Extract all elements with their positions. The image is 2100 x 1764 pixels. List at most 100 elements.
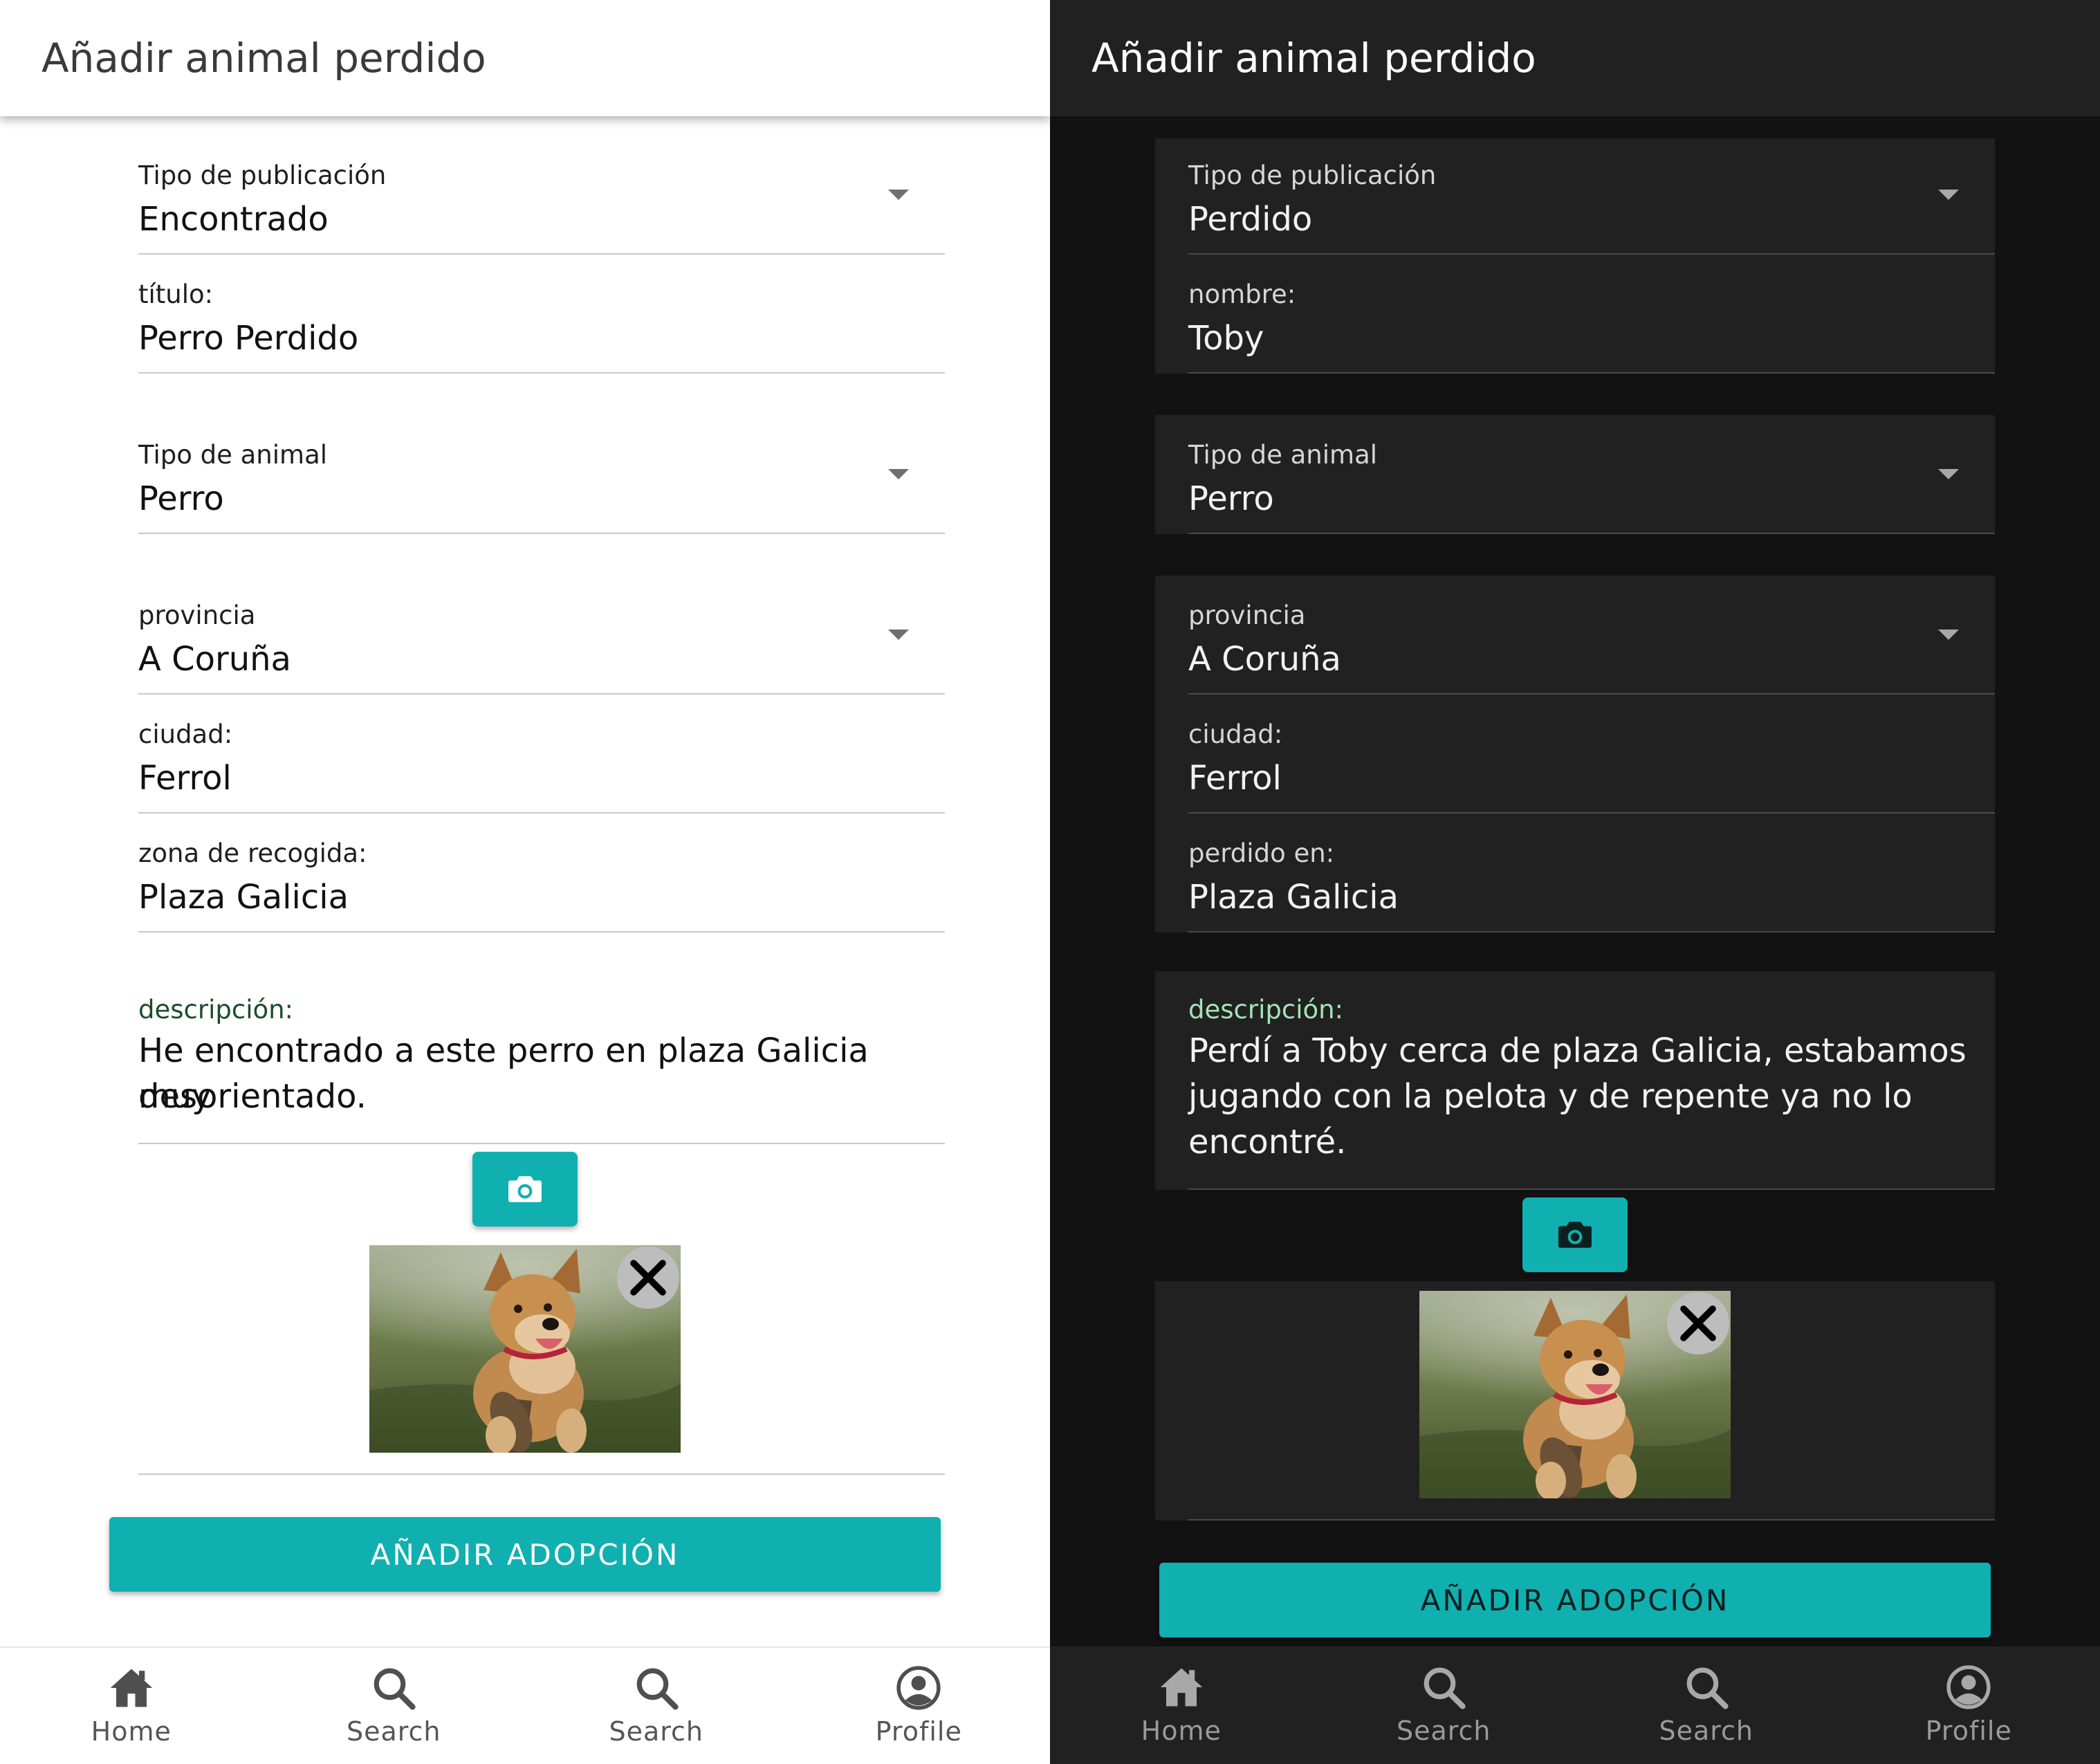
close-icon: [623, 1253, 673, 1303]
nav-profile[interactable]: Profile: [788, 1648, 1051, 1764]
nav-label: Search: [609, 1716, 704, 1747]
province-select[interactable]: provincia A Coruña: [138, 587, 945, 695]
publication-type-label: Tipo de publicación: [1188, 160, 1437, 190]
animal-type-label: Tipo de animal: [138, 440, 328, 470]
province-value: A Coruña: [1188, 640, 1341, 679]
province-label: provincia: [1188, 600, 1306, 630]
nav-label: Search: [1396, 1716, 1491, 1746]
search-icon: [1684, 1664, 1729, 1710]
camera-button[interactable]: [1522, 1197, 1628, 1272]
chevron-down-icon: [888, 190, 909, 200]
bottom-navigation: Home Search Search Profile: [1050, 1646, 2100, 1764]
nav-label: Search: [1659, 1716, 1754, 1746]
field-underline: [138, 812, 945, 814]
remove-photo-button[interactable]: [1667, 1292, 1729, 1354]
province-value: A Coruña: [138, 640, 291, 679]
province-label: provincia: [138, 600, 256, 630]
publication-type-value: Perdido: [1188, 200, 1313, 239]
title-input[interactable]: título: Perro Perdido: [138, 266, 945, 374]
description-line: encontré.: [1188, 1123, 1347, 1161]
camera-button[interactable]: [472, 1152, 578, 1226]
profile-icon: [896, 1665, 941, 1711]
description-textarea[interactable]: descripción: He encontrado a este perro …: [138, 985, 945, 1144]
field-underline: [138, 533, 945, 534]
camera-icon: [1558, 1220, 1592, 1249]
description-label: descripción:: [1188, 995, 1344, 1025]
app-bar: Añadir animal perdido: [0, 0, 1050, 116]
search-icon: [1421, 1664, 1466, 1710]
animal-type-select[interactable]: Tipo de animal Perro: [138, 426, 945, 534]
animal-type-select[interactable]: Tipo de animal Perro: [1155, 415, 1995, 534]
field-underline: [138, 931, 945, 932]
field-underline: [138, 372, 945, 374]
nav-search[interactable]: Search: [263, 1648, 526, 1764]
publication-type-select[interactable]: Tipo de publicación Encontrado: [138, 147, 945, 255]
name-input[interactable]: nombre: Toby: [1155, 255, 1995, 374]
field-underline: [138, 1143, 945, 1144]
chevron-down-icon: [888, 630, 909, 640]
chevron-down-icon: [888, 469, 909, 479]
chevron-down-icon: [1938, 630, 1959, 640]
search-icon: [634, 1665, 679, 1711]
name-value: Toby: [1188, 319, 1264, 358]
close-icon: [1673, 1298, 1723, 1348]
publication-type-value: Encontrado: [138, 200, 329, 239]
nav-home[interactable]: Home: [0, 1648, 263, 1764]
nav-search[interactable]: Search: [525, 1648, 788, 1764]
lost-at-value: Plaza Galicia: [1188, 878, 1399, 917]
remove-photo-button[interactable]: [617, 1247, 679, 1309]
nav-search[interactable]: Search: [1313, 1646, 1576, 1764]
description-line: Perdí a Toby cerca de plaza Galicia, est…: [1188, 1031, 1967, 1070]
nav-label: Profile: [1925, 1716, 2012, 1746]
description-label: descripción:: [138, 995, 294, 1025]
add-adoption-button[interactable]: AÑADIR ADOPCIÓN: [109, 1517, 941, 1592]
search-icon: [371, 1665, 416, 1711]
field-underline: [1188, 931, 1995, 932]
pickup-zone-input[interactable]: zona de recogida: Plaza Galicia: [138, 825, 945, 932]
publication-type-select[interactable]: Tipo de publicación Perdido: [1155, 138, 1995, 255]
field-underline: [138, 693, 945, 695]
pet-photo: [369, 1245, 681, 1453]
animal-type-value: Perro: [1188, 479, 1274, 518]
nav-label: Search: [346, 1716, 441, 1747]
name-label: nombre:: [1188, 279, 1296, 309]
nav-profile[interactable]: Profile: [1838, 1646, 2100, 1764]
pet-photo: [1419, 1291, 1731, 1498]
home-icon: [109, 1665, 154, 1711]
app-bar: Añadir animal perdido: [1050, 0, 2100, 116]
field-underline: [1188, 533, 1995, 534]
home-icon: [1159, 1664, 1204, 1710]
animal-type-value: Perro: [138, 479, 224, 518]
description-line: jugando con la pelota y de repente ya no…: [1188, 1077, 1913, 1116]
chevron-down-icon: [1938, 469, 1959, 479]
description-textarea[interactable]: descripción: Perdí a Toby cerca de plaza…: [1155, 971, 1995, 1190]
divider: [138, 1473, 945, 1475]
lost-at-input[interactable]: perdido en: Plaza Galicia: [1155, 814, 1995, 932]
page-title: Añadir animal perdido: [1092, 35, 1536, 82]
nav-search[interactable]: Search: [1575, 1646, 1838, 1764]
nav-home[interactable]: Home: [1050, 1646, 1313, 1764]
province-select[interactable]: provincia A Coruña: [1155, 576, 1995, 695]
pickup-zone-label: zona de recogida:: [138, 838, 367, 868]
camera-icon: [508, 1175, 542, 1204]
city-input[interactable]: ciudad: Ferrol: [1155, 695, 1995, 814]
city-value: Ferrol: [138, 759, 232, 798]
divider: [1188, 1519, 1995, 1520]
city-input[interactable]: ciudad: Ferrol: [138, 706, 945, 814]
nav-label: Home: [91, 1716, 172, 1747]
publication-type-label: Tipo de publicación: [138, 160, 387, 190]
add-adoption-button[interactable]: AÑADIR ADOPCIÓN: [1159, 1563, 1991, 1637]
dark-screen: Añadir animal perdido Tipo de publicació…: [1050, 0, 2100, 1764]
nav-label: Home: [1141, 1716, 1222, 1746]
field-underline: [1188, 372, 1995, 374]
field-underline: [138, 253, 945, 255]
chevron-down-icon: [1938, 190, 1959, 200]
profile-icon: [1946, 1664, 1991, 1710]
city-value: Ferrol: [1188, 759, 1282, 798]
lost-at-label: perdido en:: [1188, 838, 1335, 868]
pickup-zone-value: Plaza Galicia: [138, 878, 349, 917]
title-value: Perro Perdido: [138, 319, 359, 358]
city-label: ciudad:: [138, 719, 233, 749]
light-screen: Añadir animal perdido Tipo de publicació…: [0, 0, 1050, 1764]
title-label: título:: [138, 279, 214, 309]
